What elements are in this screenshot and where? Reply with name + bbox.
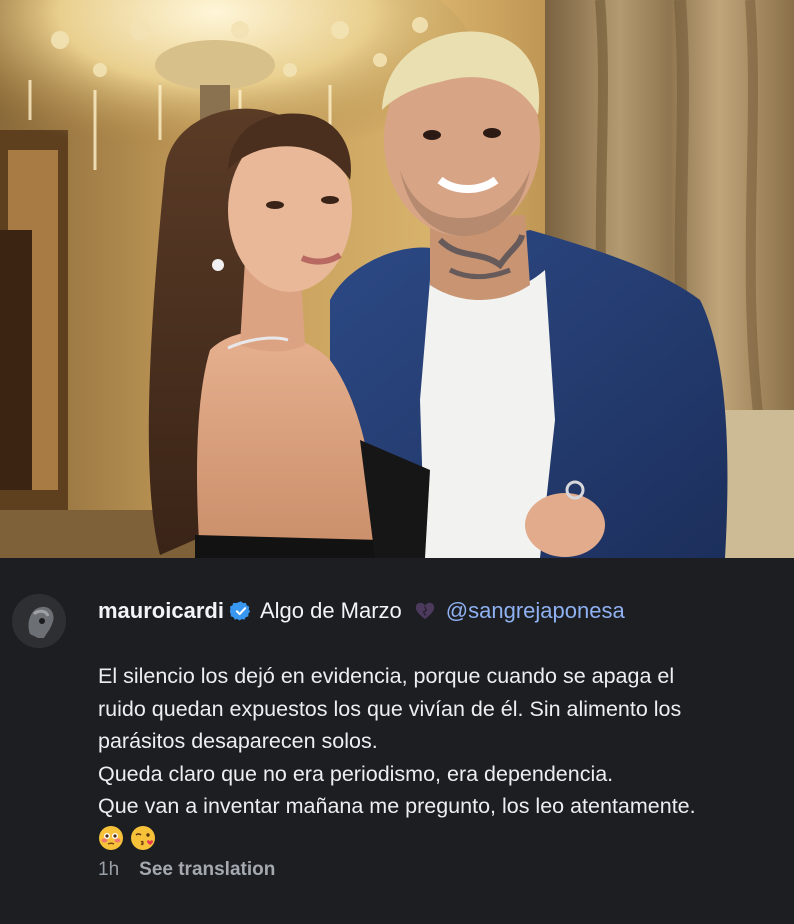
see-translation-button[interactable]: See translation — [139, 857, 275, 883]
caption-line: Queda claro que no era periodismo, era d… — [98, 761, 614, 786]
caption-line: parásitos desaparecen solos. — [98, 729, 378, 753]
avatar[interactable] — [12, 594, 66, 648]
timestamp: 1h — [98, 859, 120, 880]
caption-line: Que van a inventar mañana me pregunto, l… — [98, 794, 696, 818]
mention-link[interactable]: @sangrejaponesa — [446, 597, 625, 625]
kissing-heart-emoji — [130, 825, 156, 851]
caption-line: ruido quedan expuestos los que vivían de… — [98, 696, 682, 721]
post-photo[interactable] — [0, 0, 794, 558]
flushed-face-emoji — [98, 825, 124, 851]
username-link[interactable]: mauroicardi — [98, 597, 224, 625]
caption-text: El silencio los dejó en evidencia, porqu… — [98, 660, 788, 851]
emoji-row — [98, 825, 788, 851]
instagram-post-screenshot: mauroicardi Algo de Marzo @sangrejapones… — [0, 0, 794, 924]
song-title[interactable]: Algo de Marzo — [260, 597, 402, 625]
post-header: mauroicardi Algo de Marzo @sangrejapones… — [98, 597, 625, 625]
purple-heart-icon — [414, 600, 436, 622]
caption-line: El silencio los dejó en evidencia, porqu… — [98, 664, 675, 688]
post-meta: 1h See translation — [98, 857, 275, 883]
verified-badge-icon — [229, 600, 252, 622]
